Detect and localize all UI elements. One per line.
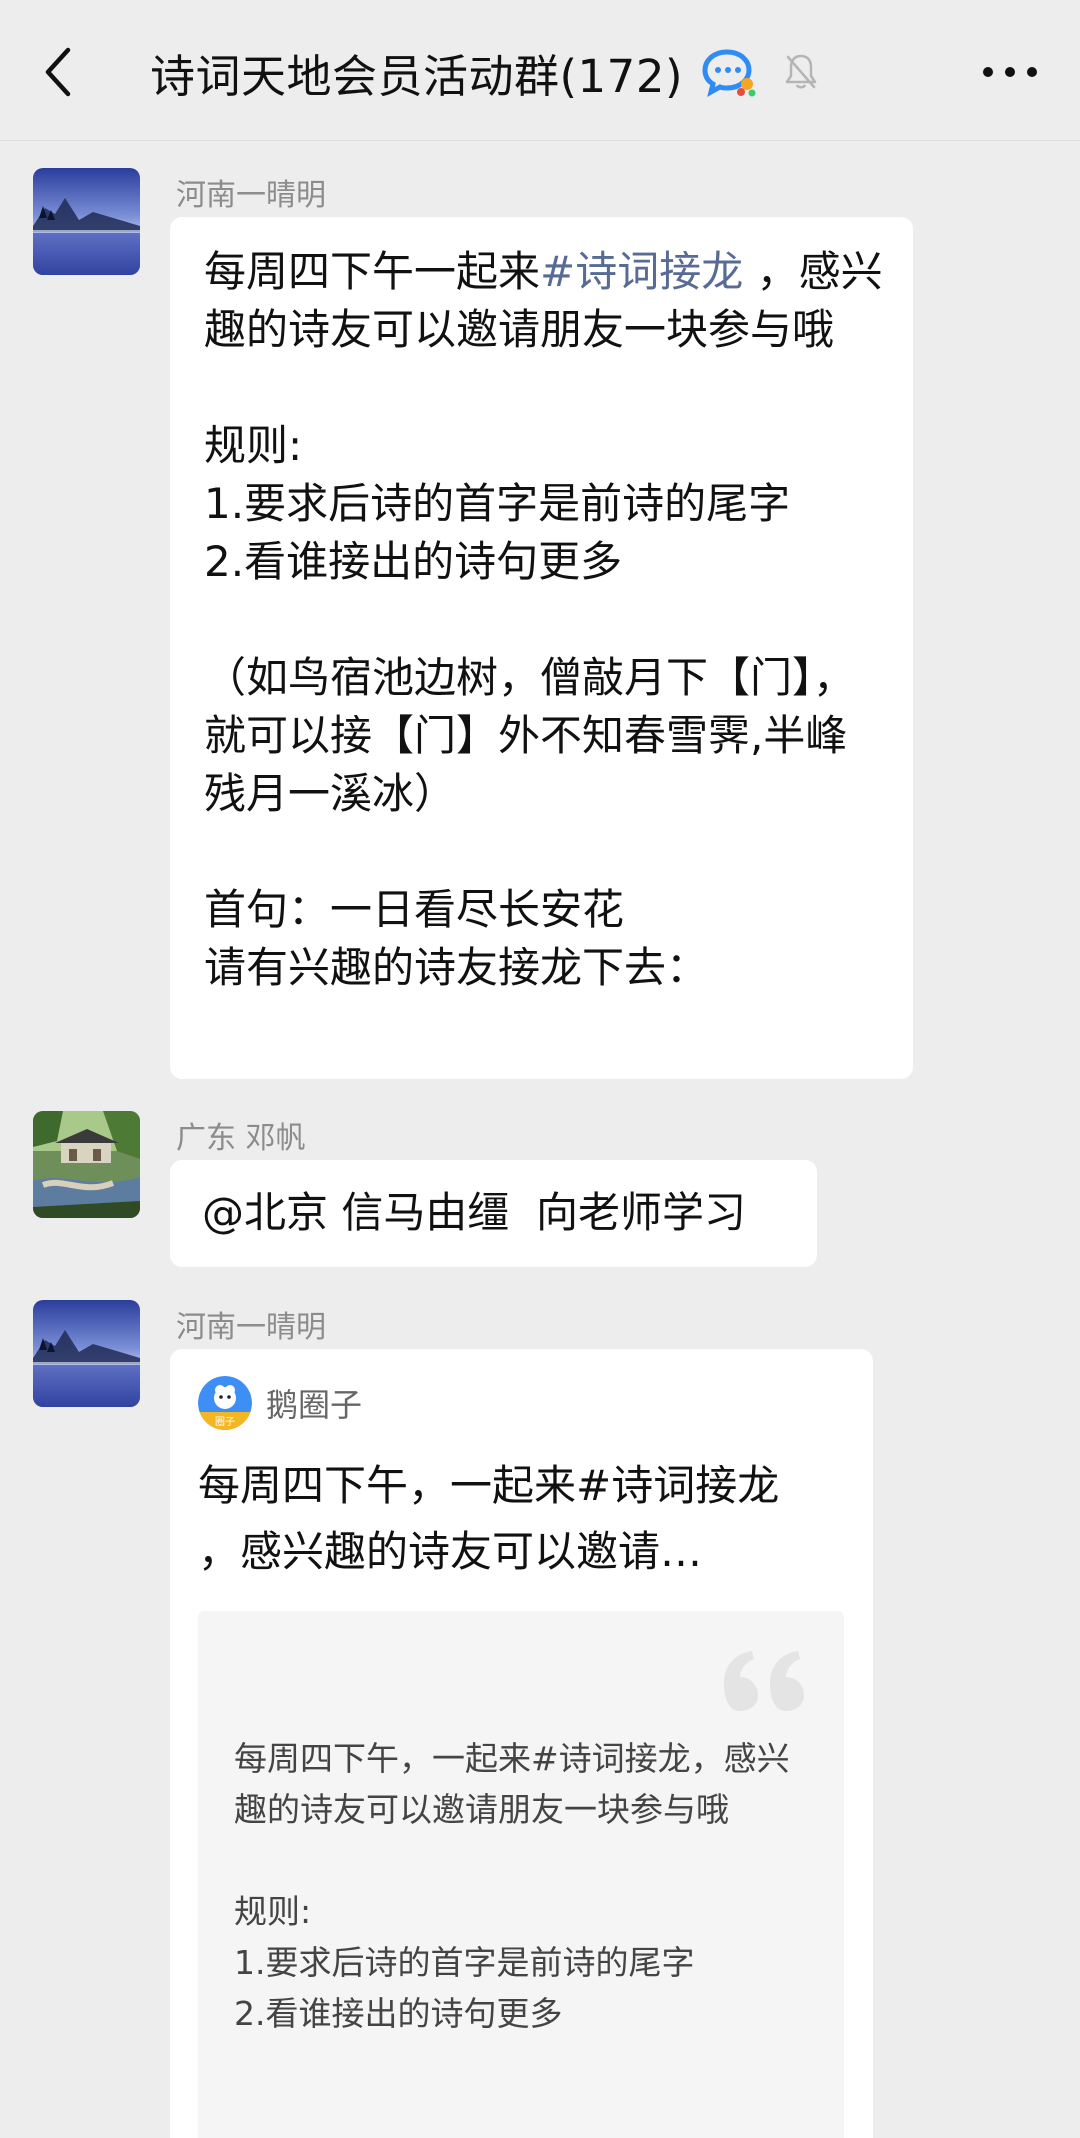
back-button[interactable] (22, 30, 94, 114)
card-title: 每周四下午，一起来#诗词接龙 ，感兴趣的诗友可以邀请… (198, 1461, 793, 1576)
card-preview: 每周四下午，一起来#诗词接龙，感兴趣的诗友可以邀请朋友一块参与哦 规则: 1.要… (198, 1611, 844, 2138)
lake-landscape-avatar[interactable] (33, 168, 140, 275)
quote-mark-icon (724, 1651, 804, 1711)
message-bubble[interactable]: 每周四下午一起来#诗词接龙 ，感兴趣的诗友可以邀请朋友一块参与哦 规则: 1.要… (170, 217, 913, 1079)
svg-text:圈子: 圈子 (215, 1416, 235, 1428)
sender-name: 河南一晴明 (176, 178, 326, 213)
chat-screen: 诗词天地会员活动群(172) 河南一晴明 每周四下午一起来#诗词接龙 ，感兴趣的… (0, 0, 1080, 2138)
more-dots-icon (983, 67, 1037, 77)
more-button[interactable] (970, 36, 1050, 108)
message-text-segment: 每周四下午一起来 (204, 247, 541, 296)
hashtag-link[interactable]: #诗词接龙 (540, 247, 743, 296)
bell-off-icon (779, 42, 823, 102)
message-text: @北京 信马由缰 向老师学习 (202, 1188, 747, 1237)
title-area[interactable]: 诗词天地会员活动群(172) (150, 36, 823, 108)
card-source: 圈子 鹅圈子 (198, 1375, 845, 1431)
card-preview-text: 每周四下午，一起来#诗词接龙，感兴趣的诗友可以邀请朋友一块参与哦 规则: 1.要… (234, 1739, 790, 2033)
lake-landscape-avatar[interactable] (33, 1300, 140, 1407)
chat-bubble-icon[interactable] (699, 42, 759, 102)
message-text-segment: ，感兴趣的诗友可以邀请朋友一块参与哦 规则: 1.要求后诗的首字是前诗的尾字 2… (204, 247, 883, 992)
group-title: 诗词天地会员活动群(172) (150, 49, 684, 103)
chevron-left-icon (45, 47, 71, 97)
chat-header: 诗词天地会员活动群(172) (0, 0, 1080, 141)
message-text: 每周四下午一起来#诗词接龙 ，感兴趣的诗友可以邀请朋友一块参与哦 规则: 1.要… (204, 243, 885, 997)
card-source-name: 鹅圈子 (266, 1386, 363, 1424)
message-bubble[interactable]: @北京 信马由缰 向老师学习 (170, 1160, 817, 1267)
penguin-circle-logo: 圈子 (198, 1376, 252, 1430)
sender-name: 河南一晴明 (176, 1310, 326, 1345)
sender-name: 广东 邓帆 (176, 1121, 306, 1156)
garden-landscape-avatar[interactable] (33, 1111, 140, 1218)
shared-card[interactable]: 圈子 鹅圈子 每周四下午，一起来#诗词接龙 ，感兴趣的诗友可以邀请… 每周四下午… (170, 1349, 873, 2138)
